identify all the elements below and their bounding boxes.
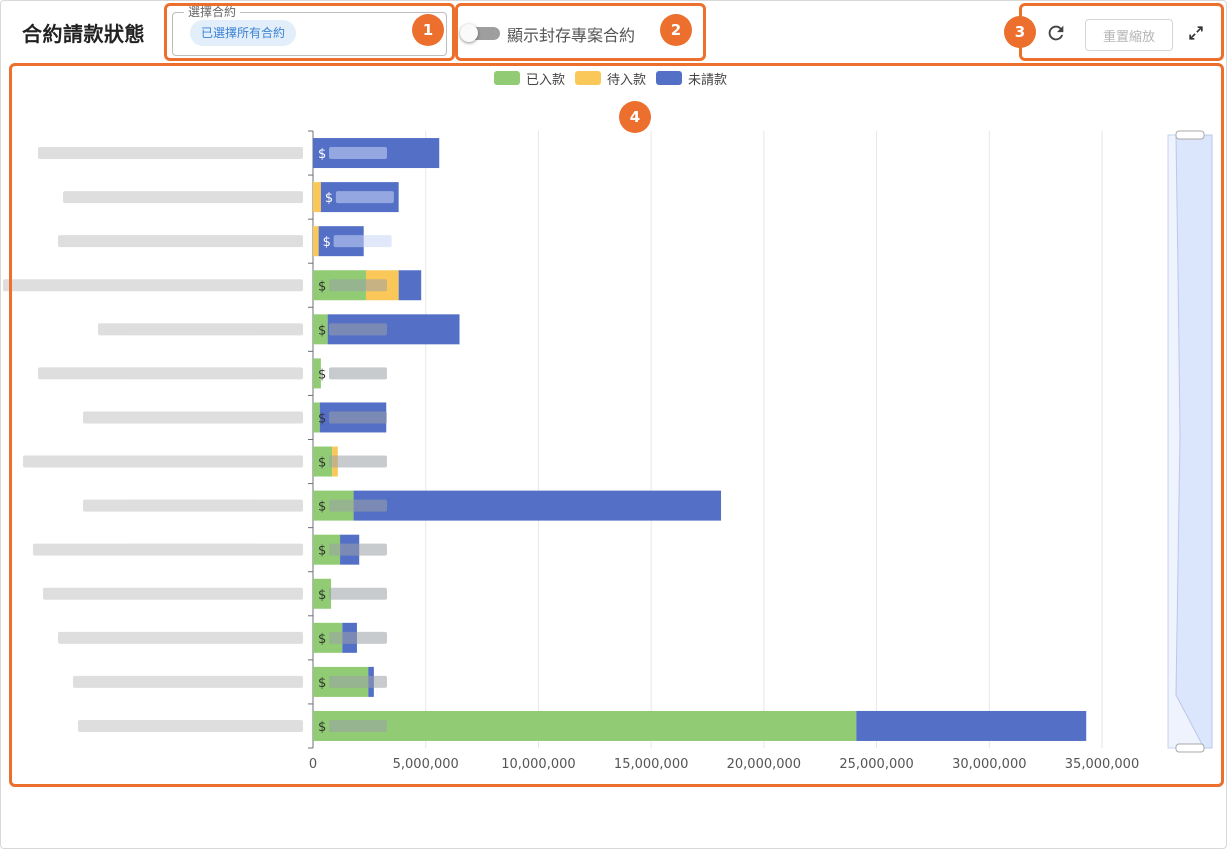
callout-badge-2: 2 — [660, 14, 692, 46]
callout-badge-1: 1 — [412, 14, 444, 46]
callout-badge-3: 3 — [1004, 16, 1036, 48]
callout-badge-4: 4 — [619, 101, 651, 133]
callout-frame-3 — [1019, 3, 1224, 61]
callout-frame-4 — [9, 63, 1224, 787]
